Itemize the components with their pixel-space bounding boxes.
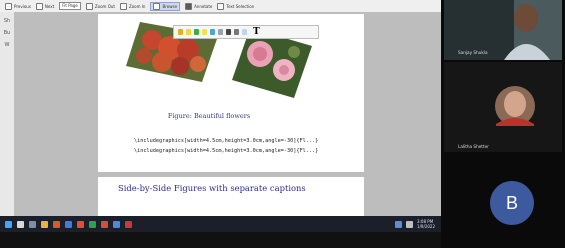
- participant-avatar[interactable]: B: [490, 181, 534, 225]
- next-button[interactable]: Next: [35, 2, 54, 10]
- marker-green-icon[interactable]: [194, 29, 199, 35]
- app-icon[interactable]: [125, 220, 132, 228]
- shape-tool-icon[interactable]: [234, 29, 239, 35]
- code-line: \includegraphics[width=4.5cm,height=3.0c…: [134, 148, 319, 154]
- system-tray: 3:08 PM 1/9/2022: [395, 219, 435, 229]
- text-tool-icon[interactable]: T: [253, 27, 260, 37]
- zoom-out-icon: [85, 2, 93, 10]
- side-panel-item[interactable]: W: [0, 42, 14, 48]
- task-view-icon[interactable]: [29, 220, 36, 228]
- highlighter-light-icon[interactable]: [186, 29, 191, 35]
- windows-taskbar: 3:08 PM 1/9/2022: [0, 216, 441, 232]
- zoom-select[interactable]: Fit Page: [59, 2, 81, 10]
- windows-start-icon[interactable]: [5, 220, 12, 228]
- code-line: \includegraphics[width=4.5cm,height=3.0c…: [134, 138, 319, 144]
- participant-name: Sanjay Shukla: [458, 50, 488, 55]
- shared-screen: Previous Next Fit Page Zoom Out Zoom In …: [0, 0, 441, 232]
- participant-video: [495, 86, 535, 126]
- meeting-bottom-bar: [0, 232, 441, 248]
- side-panel-item[interactable]: Bu: [0, 30, 14, 36]
- annotate-button[interactable]: Annotate: [185, 2, 212, 10]
- select-tool-icon[interactable]: [242, 29, 247, 35]
- wifi-icon[interactable]: [406, 220, 414, 228]
- search-icon[interactable]: [17, 220, 24, 228]
- arrow-right-icon: [35, 2, 43, 10]
- eraser-icon[interactable]: [218, 29, 223, 35]
- zoom-out-button[interactable]: Zoom Out: [85, 2, 115, 10]
- line-tool-icon[interactable]: [226, 29, 231, 35]
- clock[interactable]: 3:08 PM 1/9/2022: [417, 219, 435, 229]
- text-selection-button[interactable]: Text Selection: [217, 2, 254, 10]
- participant-tile-1[interactable]: Sanjay Shukla: [444, 0, 562, 60]
- tray-app-icon[interactable]: [395, 220, 403, 228]
- arrow-left-icon: [5, 2, 12, 10]
- document-canvas[interactable]: T Figure: Beautiful flowers \includegrap…: [14, 12, 441, 225]
- participant-name: Lalitha Shetter: [458, 144, 489, 149]
- slide-heading: Side-by-Side Figures with separate capti…: [118, 183, 306, 193]
- side-panel: Sh Bu W: [0, 12, 15, 216]
- app-icon[interactable]: [65, 220, 72, 228]
- zoom-in-button[interactable]: Zoom In: [119, 2, 145, 10]
- figure-caption: Figure: Beautiful flowers: [167, 112, 251, 120]
- marker-blue-icon[interactable]: [210, 29, 215, 35]
- pen-icon: [185, 2, 193, 10]
- text-cursor-icon: [217, 2, 225, 10]
- app-icon[interactable]: [113, 220, 120, 228]
- browse-button[interactable]: Browse: [150, 1, 181, 11]
- highlighter-yellow-icon[interactable]: [178, 29, 183, 35]
- app-icon[interactable]: [53, 220, 60, 228]
- side-panel-item[interactable]: Sh: [0, 18, 14, 24]
- app-icon[interactable]: [77, 220, 84, 228]
- zoom-in-icon: [119, 2, 127, 10]
- app-icon[interactable]: [101, 220, 108, 228]
- app-icon[interactable]: [89, 220, 96, 228]
- file-explorer-icon[interactable]: [41, 220, 48, 228]
- latex-code: \includegraphics[width=4.5cm,height=3.0c…: [134, 136, 318, 156]
- participant-tile-2[interactable]: Lalitha Shetter: [444, 62, 562, 152]
- annotation-toolbar: T: [173, 25, 319, 39]
- marker-yellow-icon[interactable]: [202, 29, 207, 35]
- previous-button[interactable]: Previous: [5, 2, 31, 10]
- clock-date: 1/9/2022: [417, 224, 435, 229]
- hand-icon: [153, 2, 161, 10]
